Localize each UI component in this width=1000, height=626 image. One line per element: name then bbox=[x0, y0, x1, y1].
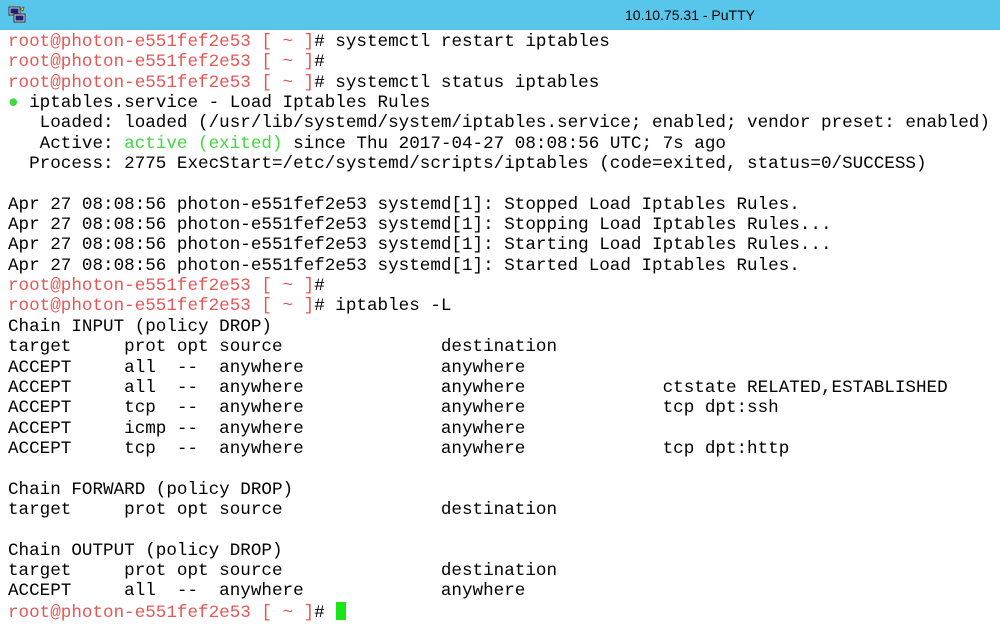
terminal-line: ACCEPT tcp -- anywhere anywhere tcp dpt:… bbox=[8, 439, 990, 459]
terminal-line: Chain OUTPUT (policy DROP) bbox=[8, 541, 990, 561]
putty-icon[interactable] bbox=[8, 6, 26, 24]
terminal-text: # iptables -L bbox=[314, 296, 452, 317]
terminal-text: ACCEPT all -- anywhere anywhere ctstate … bbox=[8, 377, 948, 398]
terminal-line: ACCEPT icmp -- anywhere anywhere bbox=[8, 419, 990, 439]
terminal-line: root@photon-e551fef2e53 [ ~ ]# systemctl… bbox=[8, 32, 990, 52]
terminal-text: since Thu 2017-04-27 08:08:56 UTC; 7s ag… bbox=[282, 133, 726, 154]
terminal-line: Chain FORWARD (policy DROP) bbox=[8, 480, 990, 500]
terminal-text: ACCEPT all -- anywhere anywhere bbox=[8, 357, 526, 378]
terminal-output: root@photon-e551fef2e53 [ ~ ]# systemctl… bbox=[8, 32, 990, 623]
putty-window: 10.10.75.31 - PuTTY root@photon-e551fef2… bbox=[0, 0, 1000, 626]
terminal-line: root@photon-e551fef2e53 [ ~ ]# iptables … bbox=[8, 296, 990, 316]
terminal-line: Active: active (exited) since Thu 2017-0… bbox=[8, 134, 990, 154]
terminal-text: Chain FORWARD (policy DROP) bbox=[8, 479, 294, 500]
terminal-text: target prot opt source destination bbox=[8, 499, 558, 520]
terminal-text: Apr 27 08:08:56 photon-e551fef2e53 syste… bbox=[8, 235, 832, 256]
terminal-text: iptables.service - Load Iptables Rules bbox=[18, 93, 431, 114]
terminal-line: target prot opt source destination bbox=[8, 561, 990, 581]
terminal-text: target prot opt source destination bbox=[8, 560, 558, 581]
terminal-line: root@photon-e551fef2e53 [ ~ ]# bbox=[8, 601, 990, 623]
terminal-text: Loaded: loaded (/usr/lib/systemd/system/… bbox=[8, 113, 990, 134]
terminal-text: Active: bbox=[8, 133, 125, 154]
terminal-line: root@photon-e551fef2e53 [ ~ ]# bbox=[8, 52, 990, 72]
terminal-line: ACCEPT all -- anywhere anywhere ctstate … bbox=[8, 378, 990, 398]
status-bullet-icon: ● bbox=[8, 93, 19, 114]
shell-prompt: root@photon-e551fef2e53 [ ~ ] bbox=[8, 72, 315, 93]
terminal-line: Chain INPUT (policy DROP) bbox=[8, 317, 990, 337]
terminal-line: Apr 27 08:08:56 photon-e551fef2e53 syste… bbox=[8, 256, 990, 276]
terminal-text: # bbox=[314, 602, 336, 623]
terminal-line: ACCEPT all -- anywhere anywhere bbox=[8, 358, 990, 378]
shell-prompt: root@photon-e551fef2e53 [ ~ ] bbox=[8, 602, 315, 623]
terminal-text: Chain OUTPUT (policy DROP) bbox=[8, 540, 283, 561]
terminal-text: # bbox=[314, 52, 325, 73]
terminal-line: root@photon-e551fef2e53 [ ~ ]# systemctl… bbox=[8, 73, 990, 93]
terminal-text: Chain INPUT (policy DROP) bbox=[8, 316, 272, 337]
terminal-line: ● iptables.service - Load Iptables Rules bbox=[8, 93, 990, 113]
terminal-text: ACCEPT tcp -- anywhere anywhere tcp dpt:… bbox=[8, 398, 779, 419]
service-state: active (exited) bbox=[124, 133, 283, 154]
shell-prompt: root@photon-e551fef2e53 [ ~ ] bbox=[8, 32, 315, 52]
terminal-text: # bbox=[314, 276, 325, 297]
terminal-line: root@photon-e551fef2e53 [ ~ ]# bbox=[8, 276, 990, 296]
window-title: 10.10.75.31 - PuTTY bbox=[625, 7, 755, 23]
terminal-line: target prot opt source destination bbox=[8, 337, 990, 357]
terminal-text: ACCEPT icmp -- anywhere anywhere bbox=[8, 418, 526, 439]
terminal-text: Apr 27 08:08:56 photon-e551fef2e53 syste… bbox=[8, 215, 832, 236]
terminal-text: # systemctl restart iptables bbox=[314, 32, 610, 52]
terminal-line: Loaded: loaded (/usr/lib/systemd/system/… bbox=[8, 113, 990, 133]
terminal-text: # systemctl status iptables bbox=[314, 72, 600, 93]
shell-prompt: root@photon-e551fef2e53 [ ~ ] bbox=[8, 296, 315, 317]
terminal-text: Apr 27 08:08:56 photon-e551fef2e53 syste… bbox=[8, 255, 800, 276]
terminal-line: Apr 27 08:08:56 photon-e551fef2e53 syste… bbox=[8, 235, 990, 255]
terminal-text: ACCEPT all -- anywhere anywhere bbox=[8, 581, 526, 602]
terminal-line: Apr 27 08:08:56 photon-e551fef2e53 syste… bbox=[8, 195, 990, 215]
terminal-area[interactable]: root@photon-e551fef2e53 [ ~ ]# systemctl… bbox=[0, 30, 1000, 626]
terminal-line: Apr 27 08:08:56 photon-e551fef2e53 syste… bbox=[8, 215, 990, 235]
terminal-line: ACCEPT tcp -- anywhere anywhere tcp dpt:… bbox=[8, 398, 990, 418]
cursor bbox=[336, 601, 347, 620]
terminal-text: target prot opt source destination bbox=[8, 337, 558, 358]
shell-prompt: root@photon-e551fef2e53 [ ~ ] bbox=[8, 276, 315, 297]
title-bar[interactable]: 10.10.75.31 - PuTTY bbox=[0, 0, 1000, 30]
terminal-line: ACCEPT all -- anywhere anywhere bbox=[8, 581, 990, 601]
terminal-text: Apr 27 08:08:56 photon-e551fef2e53 syste… bbox=[8, 194, 800, 215]
terminal-line: Process: 2775 ExecStart=/etc/systemd/scr… bbox=[8, 154, 990, 174]
terminal-text: Process: 2775 ExecStart=/etc/systemd/scr… bbox=[8, 154, 927, 175]
terminal-line: target prot opt source destination bbox=[8, 500, 990, 520]
terminal-text: ACCEPT tcp -- anywhere anywhere tcp dpt:… bbox=[8, 438, 790, 459]
shell-prompt: root@photon-e551fef2e53 [ ~ ] bbox=[8, 52, 315, 73]
